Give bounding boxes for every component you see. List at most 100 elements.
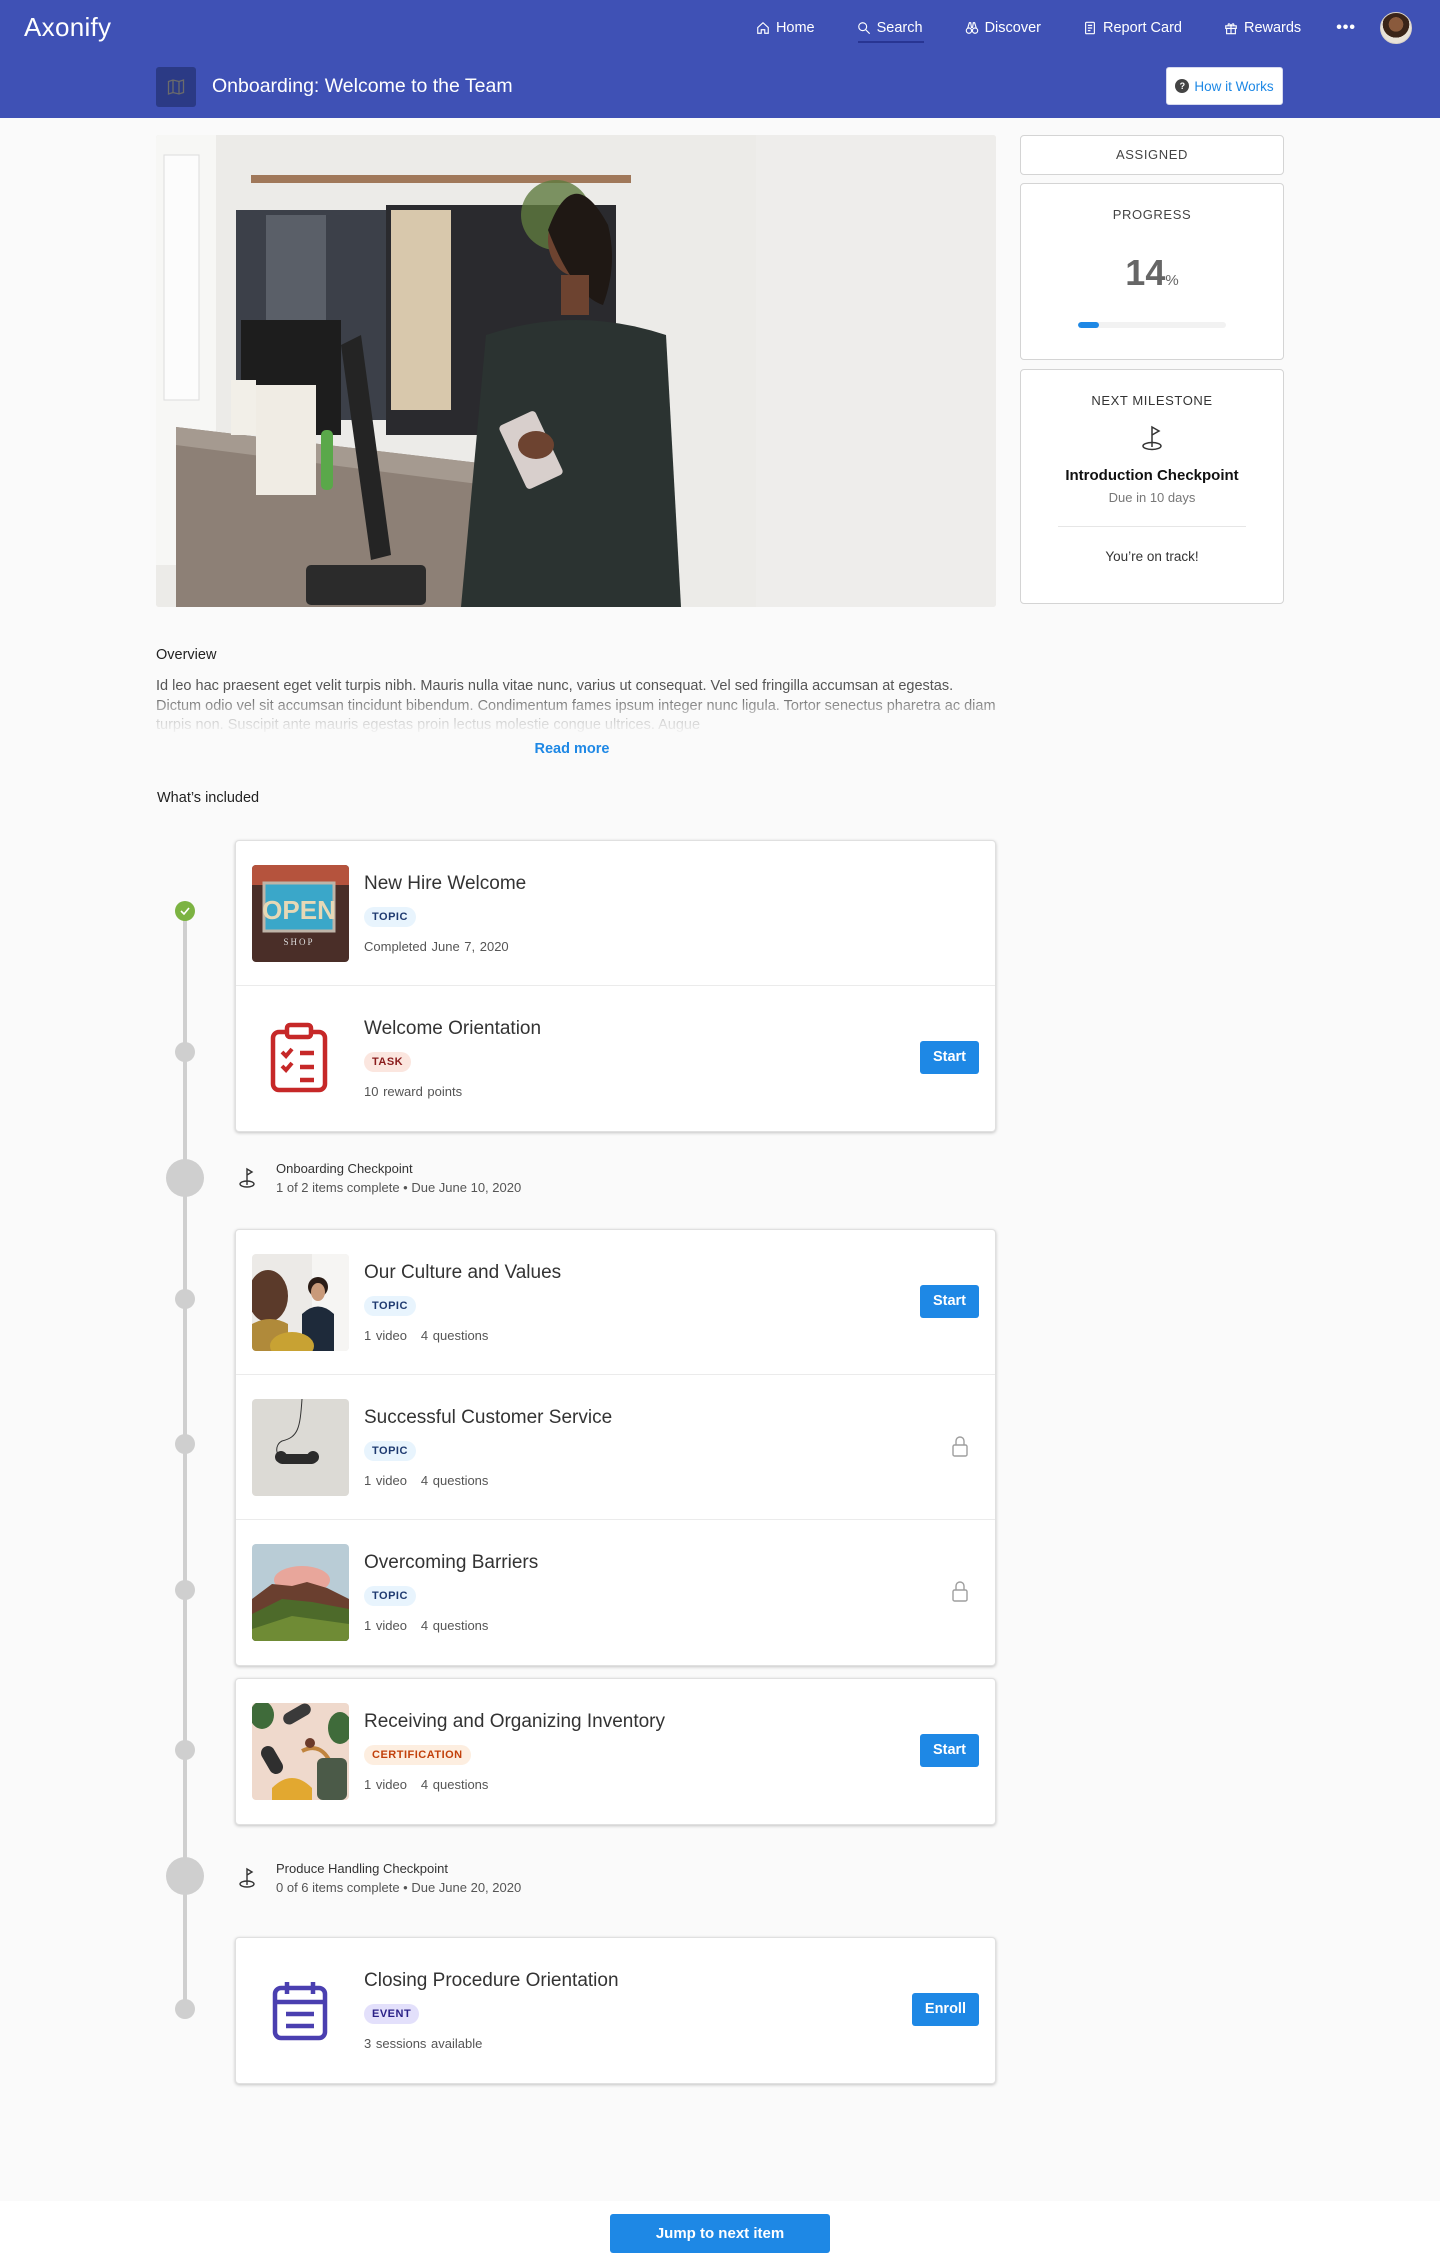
nav-search-label: Search bbox=[876, 20, 923, 36]
start-button[interactable]: Start bbox=[919, 1734, 979, 1767]
video-count: 1 video bbox=[364, 1777, 407, 1792]
timeline-marker bbox=[175, 1042, 195, 1062]
user-avatar[interactable] bbox=[1380, 12, 1412, 44]
how-it-works-label: How it Works bbox=[1194, 78, 1274, 94]
checkpoint-meta: 0 of 6 items complete • Due June 20, 202… bbox=[276, 1880, 522, 1895]
milestone-due: Due in 10 days bbox=[1108, 490, 1196, 505]
item-meta: 1 video 4 questions bbox=[364, 1473, 488, 1488]
check-icon bbox=[180, 907, 190, 915]
list-item[interactable]: Our Culture and Values TOPIC 1 video 4 qu… bbox=[236, 1230, 995, 1375]
item-meta: 1 video 4 questions bbox=[364, 1618, 488, 1633]
item-meta: Completed June 7, 2020 bbox=[364, 939, 509, 954]
start-button[interactable]: Start bbox=[919, 1285, 979, 1318]
timeline-checkpoint-marker bbox=[166, 1159, 204, 1197]
help-icon: ? bbox=[1175, 79, 1190, 93]
item-thumbnail-inventory bbox=[252, 1703, 349, 1800]
clipboard-task-icon bbox=[270, 1022, 328, 1093]
completed-date: Completed June 7, 2020 bbox=[364, 939, 509, 954]
list-item[interactable]: Closing Procedure Orientation EVENT 3 se… bbox=[236, 1938, 995, 2083]
top-header: Axonify Home Search Discover Report Card… bbox=[0, 0, 1440, 118]
assigned-status: ASSIGNED bbox=[1020, 135, 1284, 175]
footer-bar: Jump to next item bbox=[0, 2201, 1440, 2263]
timeline-marker bbox=[175, 1289, 195, 1309]
progress-card: PROGRESS 14% bbox=[1020, 183, 1284, 360]
reward-points: 10 reward points bbox=[364, 1084, 463, 1099]
item-meta: 3 sessions available bbox=[364, 2036, 482, 2051]
question-count: 4 questions bbox=[420, 1328, 489, 1343]
page-title: Onboarding: Welcome to the Team bbox=[212, 75, 513, 97]
progress-number: 14 bbox=[1125, 252, 1166, 293]
progress-value: 14% bbox=[1021, 252, 1283, 294]
start-button[interactable]: Start bbox=[919, 1041, 979, 1074]
search-icon bbox=[857, 22, 870, 35]
nav-search[interactable]: Search bbox=[836, 0, 944, 56]
type-badge: EVENT bbox=[364, 2004, 420, 2024]
enroll-button[interactable]: Enroll bbox=[911, 1993, 979, 2026]
video-count: 1 video bbox=[364, 1618, 407, 1633]
question-count: 4 questions bbox=[420, 1777, 489, 1792]
nav-home-label: Home bbox=[775, 20, 815, 36]
list-item[interactable]: OPEN SHOP New Hire Welcome TOPIC Complete… bbox=[236, 841, 995, 986]
how-it-works-button[interactable]: ? How it Works bbox=[1166, 67, 1283, 105]
item-meta: 10 reward points bbox=[364, 1084, 462, 1099]
list-item[interactable]: Successful Customer Service TOPIC 1 vide… bbox=[236, 1375, 995, 1520]
question-count: 4 questions bbox=[420, 1618, 489, 1633]
item-meta: 1 video 4 questions bbox=[364, 1328, 488, 1343]
milestone-name: Introduction Checkpoint bbox=[1065, 467, 1239, 484]
item-title[interactable]: Receiving and Organizing Inventory bbox=[364, 1711, 665, 1733]
nav-report-card[interactable]: Report Card bbox=[1062, 0, 1203, 56]
hero-image bbox=[156, 135, 996, 607]
lock-icon bbox=[952, 1581, 968, 1602]
next-milestone-label: NEXT MILESTONE bbox=[1091, 393, 1213, 408]
svg-text:SHOP: SHOP bbox=[283, 937, 314, 947]
item-group-card: Our Culture and Values TOPIC 1 video 4 qu… bbox=[235, 1229, 996, 1666]
checkpoint-flag-icon bbox=[239, 1167, 255, 1188]
read-more-link[interactable]: Read more bbox=[0, 741, 1144, 757]
type-badge: TOPIC bbox=[364, 1441, 416, 1461]
divider bbox=[1058, 526, 1246, 527]
sessions-available: 3 sessions available bbox=[364, 2036, 483, 2051]
type-badge: TASK bbox=[364, 1052, 412, 1072]
jump-to-next-item-button[interactable]: Jump to next item bbox=[610, 2214, 830, 2253]
calendar-event-icon bbox=[272, 1982, 328, 2041]
progress-bar bbox=[1078, 322, 1226, 328]
on-track-message: You’re on track! bbox=[1105, 549, 1199, 564]
type-badge: CERTIFICATION bbox=[364, 1745, 471, 1765]
report-card-icon bbox=[1085, 21, 1095, 35]
checkpoint-name: Produce Handling Checkpoint bbox=[276, 1861, 448, 1876]
item-title[interactable]: Overcoming Barriers bbox=[364, 1552, 538, 1574]
map-icon bbox=[156, 67, 196, 107]
item-title[interactable]: Successful Customer Service bbox=[364, 1407, 612, 1429]
gift-icon bbox=[1225, 23, 1237, 35]
list-item[interactable]: Receiving and Organizing Inventory CERTI… bbox=[236, 1679, 995, 1824]
item-group-card: OPEN SHOP New Hire Welcome TOPIC Complete… bbox=[235, 840, 996, 1132]
item-title[interactable]: Our Culture and Values bbox=[364, 1262, 561, 1284]
nav-discover[interactable]: Discover bbox=[944, 0, 1062, 56]
timeline-marker bbox=[175, 1740, 195, 1760]
next-milestone-card: NEXT MILESTONE Introduction Checkpoint D… bbox=[1020, 369, 1284, 604]
nav-rewards[interactable]: Rewards bbox=[1203, 0, 1322, 56]
question-count: 4 questions bbox=[420, 1473, 489, 1488]
type-badge: TOPIC bbox=[364, 1296, 416, 1316]
more-menu-button[interactable]: ••• bbox=[1322, 19, 1380, 37]
nav-home[interactable]: Home bbox=[735, 0, 836, 56]
timeline-marker bbox=[175, 1434, 195, 1454]
progress-label: PROGRESS bbox=[1112, 207, 1192, 222]
item-title[interactable]: New Hire Welcome bbox=[364, 873, 526, 895]
item-title[interactable]: Closing Procedure Orientation bbox=[364, 1970, 619, 1992]
list-item[interactable]: Welcome Orientation TASK 10 reward point… bbox=[236, 986, 995, 1131]
timeline-marker bbox=[175, 1580, 195, 1600]
main-nav: Home Search Discover Report Card Rewards… bbox=[735, 0, 1440, 56]
video-count: 1 video bbox=[364, 1473, 407, 1488]
timeline-line bbox=[183, 911, 187, 2009]
lock-icon bbox=[952, 1436, 968, 1457]
axonify-logo[interactable]: Axonify bbox=[24, 12, 111, 43]
milestone-flag-icon bbox=[1142, 425, 1162, 451]
svg-text:OPEN: OPEN bbox=[262, 895, 336, 925]
binoculars-icon bbox=[965, 22, 978, 34]
type-badge: TOPIC bbox=[364, 1586, 416, 1606]
item-title[interactable]: Welcome Orientation bbox=[364, 1018, 541, 1040]
list-item[interactable]: Overcoming Barriers TOPIC 1 video 4 quest… bbox=[236, 1520, 995, 1665]
item-thumbnail-telephone bbox=[252, 1399, 349, 1496]
nav-discover-label: Discover bbox=[984, 20, 1041, 36]
